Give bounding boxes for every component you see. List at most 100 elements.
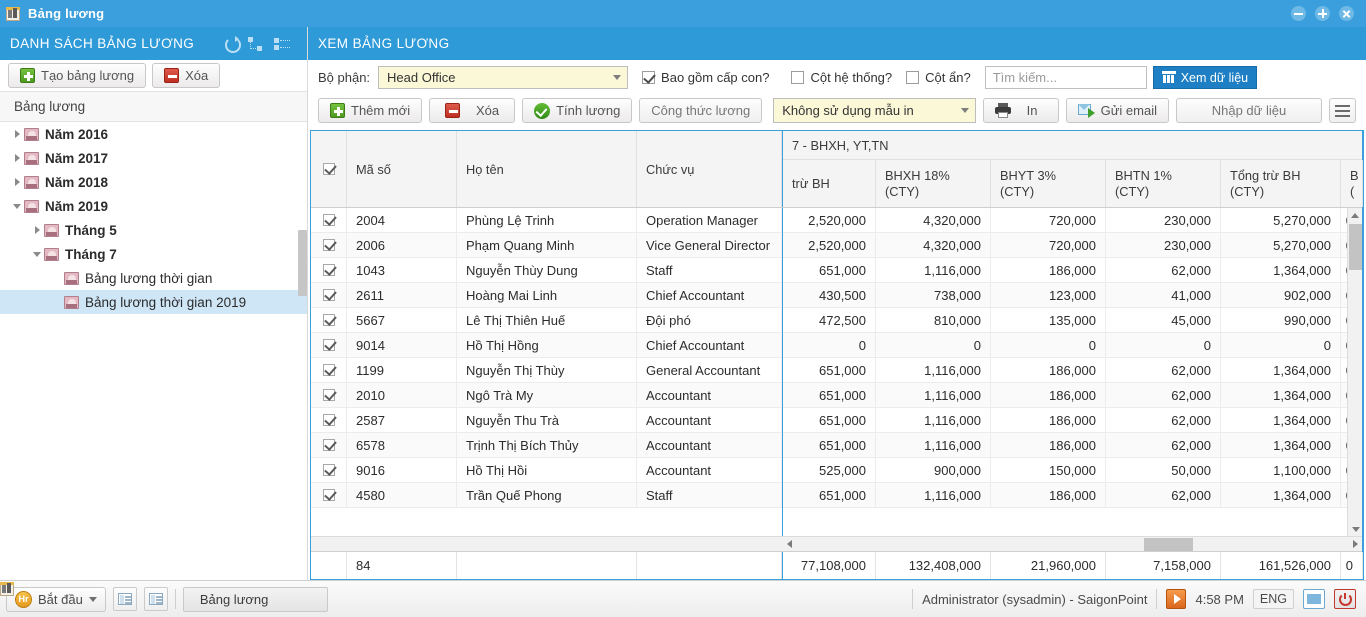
- media-play-icon[interactable]: [1166, 589, 1187, 609]
- chevron-right-icon[interactable]: [30, 226, 44, 234]
- department-select[interactable]: Head Office: [378, 66, 629, 89]
- table-row[interactable]: 6578 Trịnh Thị Bích Thủy Accountant: [311, 433, 782, 458]
- table-row[interactable]: 1199 Nguyễn Thị Thùy General Accountant: [311, 358, 782, 383]
- column-header-bhyt[interactable]: BHYT 3% (CTY): [991, 160, 1106, 207]
- table-row[interactable]: 430,500738,000123,00041,000902,0000: [783, 283, 1362, 308]
- tree-node[interactable]: Năm 2018: [0, 170, 307, 194]
- row-checkbox[interactable]: [311, 358, 347, 382]
- tree-node[interactable]: Năm 2019: [0, 194, 307, 218]
- minimize-icon[interactable]: [1291, 6, 1306, 21]
- taskbar-item-payroll[interactable]: Bảng lương: [0, 582, 328, 612]
- add-new-button[interactable]: Thêm mới: [318, 98, 423, 123]
- table-row[interactable]: 4580 Trần Quế Phong Staff: [311, 483, 782, 508]
- select-all-checkbox[interactable]: [311, 131, 347, 207]
- chevron-right-icon[interactable]: [10, 130, 24, 138]
- column-header-bhxh[interactable]: BHXH 18% (CTY): [876, 160, 991, 207]
- scroll-right-arrow-icon[interactable]: [1348, 540, 1362, 548]
- row-checkbox[interactable]: [311, 233, 347, 257]
- create-payroll-button[interactable]: Tạo bảng lương: [8, 63, 147, 88]
- row-checkbox[interactable]: [311, 433, 347, 457]
- column-header-ho_ten[interactable]: Họ tên: [457, 131, 637, 207]
- row-checkbox[interactable]: [311, 483, 347, 507]
- view-data-button[interactable]: Xem dữ liệu: [1152, 66, 1258, 89]
- refresh-icon[interactable]: [224, 36, 241, 53]
- row-checkbox[interactable]: [311, 408, 347, 432]
- start-button[interactable]: Hr Bắt đầu: [6, 586, 106, 612]
- table-row[interactable]: 2004 Phùng Lệ Trinh Operation Manager: [311, 208, 782, 233]
- tree-node[interactable]: Bảng lương thời gian: [0, 266, 307, 290]
- table-row[interactable]: 651,0001,116,000186,00062,0001,364,0000: [783, 408, 1362, 433]
- chevron-down-icon[interactable]: [10, 203, 24, 209]
- table-row[interactable]: 1043 Nguyễn Thùy Dung Staff: [311, 258, 782, 283]
- search-input[interactable]: [984, 66, 1147, 89]
- delete-payroll-button[interactable]: Xóa: [152, 63, 221, 88]
- employee-card-icon[interactable]: [112, 587, 137, 611]
- collapse-tree-icon[interactable]: [248, 36, 265, 51]
- row-checkbox[interactable]: [311, 208, 347, 232]
- table-row[interactable]: 472,500810,000135,00045,000990,0000: [783, 308, 1362, 333]
- table-row[interactable]: 2,520,000 4,320,000 720,000 230,000 5,270,00…: [783, 208, 1362, 233]
- table-row[interactable]: 9014 Hồ Thị Hồng Chief Accountant: [311, 333, 782, 358]
- table-row[interactable]: 2611 Hoàng Mai Linh Chief Accountant: [311, 283, 782, 308]
- table-row[interactable]: 651,0001,116,000186,00062,0001,364,0000: [783, 258, 1362, 283]
- row-checkbox[interactable]: [311, 258, 347, 282]
- salary-formula-button[interactable]: Công thức lương: [639, 98, 763, 123]
- table-row[interactable]: 651,0001,116,000186,00062,0001,364,0000: [783, 483, 1362, 508]
- vertical-scroll-thumb[interactable]: [1349, 224, 1362, 270]
- table-row[interactable]: 9016 Hồ Thị Hồi Accountant: [311, 458, 782, 483]
- import-data-button[interactable]: Nhập dữ liệu: [1175, 98, 1322, 123]
- column-header-ma_so[interactable]: Mã số: [347, 131, 457, 207]
- list-view-icon[interactable]: [143, 587, 168, 611]
- monitor-icon[interactable]: [1303, 589, 1325, 609]
- column-header-tong_tru[interactable]: Tổng trừ BH (CTY): [1221, 160, 1341, 207]
- hscroll-track[interactable]: [796, 537, 1348, 551]
- expand-tree-icon[interactable]: [274, 37, 291, 51]
- grid-vertical-scrollbar[interactable]: [1347, 208, 1362, 536]
- send-email-button[interactable]: Gửi email: [1065, 98, 1169, 123]
- language-indicator[interactable]: ENG: [1252, 589, 1294, 609]
- tree-node[interactable]: Tháng 7: [0, 242, 307, 266]
- column-header-bhtn[interactable]: BHTN 1% (CTY): [1106, 160, 1221, 207]
- table-row[interactable]: 2,520,000 4,320,000 720,000 230,000 5,270,00…: [783, 233, 1362, 258]
- table-row[interactable]: 651,0001,116,000186,00062,0001,364,0000: [783, 383, 1362, 408]
- row-checkbox[interactable]: [311, 283, 347, 307]
- close-icon[interactable]: [1339, 6, 1354, 21]
- table-row[interactable]: 525,000900,000150,00050,0001,100,0000: [783, 458, 1362, 483]
- row-checkbox[interactable]: [311, 333, 347, 357]
- column-header-next[interactable]: B(: [1341, 160, 1363, 207]
- chevron-down-icon[interactable]: [30, 251, 44, 257]
- hidden-columns-checkbox[interactable]: Cột ẩn?: [906, 70, 971, 85]
- table-row[interactable]: 651,0001,116,000186,00062,0001,364,0000: [783, 433, 1362, 458]
- scroll-down-arrow-icon[interactable]: [1348, 522, 1362, 536]
- tree-node[interactable]: Bảng lương thời gian 2019: [0, 290, 307, 314]
- include-children-checkbox[interactable]: Bao gồm cấp con?: [642, 70, 769, 85]
- table-row[interactable]: 2010 Ngô Trà My Accountant: [311, 383, 782, 408]
- table-row[interactable]: 2006 Phạm Quang Minh Vice General Director: [311, 233, 782, 258]
- horizontal-scroll-thumb[interactable]: [1143, 537, 1194, 551]
- column-header-chuc_vu[interactable]: Chức vụ: [637, 131, 782, 207]
- print-template-select[interactable]: Không sử dụng mẫu in: [773, 98, 976, 123]
- table-row[interactable]: 5667 Lê Thị Thiên Huế Đội phó: [311, 308, 782, 333]
- maximize-icon[interactable]: [1315, 6, 1330, 21]
- power-icon[interactable]: [1334, 589, 1356, 609]
- scroll-up-arrow-icon[interactable]: [1348, 208, 1362, 222]
- tree-node[interactable]: Năm 2016: [0, 122, 307, 146]
- chevron-right-icon[interactable]: [10, 154, 24, 162]
- tree-node[interactable]: Tháng 5: [0, 218, 307, 242]
- delete-button[interactable]: Xóa: [429, 98, 516, 123]
- table-row[interactable]: 651,0001,116,000186,00062,0001,364,0000: [783, 358, 1362, 383]
- scroll-left-arrow-icon[interactable]: [782, 540, 796, 548]
- print-button[interactable]: In: [982, 98, 1059, 123]
- row-checkbox[interactable]: [311, 308, 347, 332]
- row-checkbox[interactable]: [311, 383, 347, 407]
- grid-horizontal-scrollbar[interactable]: [311, 536, 1362, 551]
- column-header-tru_bh[interactable]: trừ BH: [783, 160, 876, 207]
- table-row[interactable]: 2587 Nguyễn Thu Trà Accountant: [311, 408, 782, 433]
- calculate-salary-button[interactable]: Tính lương: [522, 98, 633, 123]
- table-row[interactable]: 000000: [783, 333, 1362, 358]
- chevron-right-icon[interactable]: [10, 178, 24, 186]
- hamburger-menu-icon[interactable]: [1328, 98, 1356, 123]
- row-checkbox[interactable]: [311, 458, 347, 482]
- system-columns-checkbox[interactable]: Cột hệ thống?: [791, 70, 892, 85]
- tree-scrollbar-thumb[interactable]: [298, 230, 307, 296]
